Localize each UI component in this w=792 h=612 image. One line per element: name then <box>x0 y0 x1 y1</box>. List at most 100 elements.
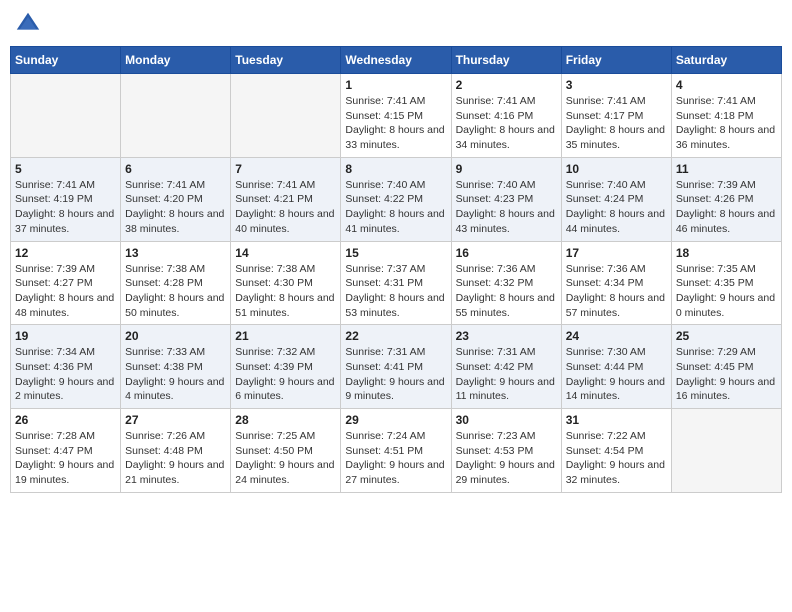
day-number: 6 <box>125 162 226 176</box>
day-number: 21 <box>235 329 336 343</box>
day-info: Sunrise: 7:29 AM Sunset: 4:45 PM Dayligh… <box>676 345 777 404</box>
day-number: 28 <box>235 413 336 427</box>
calendar-cell: 12 Sunrise: 7:39 AM Sunset: 4:27 PM Dayli… <box>11 241 121 325</box>
calendar-cell: 23 Sunrise: 7:31 AM Sunset: 4:42 PM Dayli… <box>451 325 561 409</box>
day-info: Sunrise: 7:22 AM Sunset: 4:54 PM Dayligh… <box>566 429 667 488</box>
day-number: 22 <box>345 329 446 343</box>
calendar-cell <box>11 74 121 158</box>
day-info: Sunrise: 7:40 AM Sunset: 4:23 PM Dayligh… <box>456 178 557 237</box>
weekday-header-tuesday: Tuesday <box>231 47 341 74</box>
day-number: 24 <box>566 329 667 343</box>
day-number: 15 <box>345 246 446 260</box>
day-info: Sunrise: 7:40 AM Sunset: 4:22 PM Dayligh… <box>345 178 446 237</box>
day-number: 18 <box>676 246 777 260</box>
day-info: Sunrise: 7:41 AM Sunset: 4:21 PM Dayligh… <box>235 178 336 237</box>
calendar-cell: 19 Sunrise: 7:34 AM Sunset: 4:36 PM Dayli… <box>11 325 121 409</box>
day-info: Sunrise: 7:41 AM Sunset: 4:17 PM Dayligh… <box>566 94 667 153</box>
day-info: Sunrise: 7:41 AM Sunset: 4:19 PM Dayligh… <box>15 178 116 237</box>
weekday-header-wednesday: Wednesday <box>341 47 451 74</box>
day-number: 12 <box>15 246 116 260</box>
day-info: Sunrise: 7:30 AM Sunset: 4:44 PM Dayligh… <box>566 345 667 404</box>
day-info: Sunrise: 7:33 AM Sunset: 4:38 PM Dayligh… <box>125 345 226 404</box>
weekday-header-row: SundayMondayTuesdayWednesdayThursdayFrid… <box>11 47 782 74</box>
day-number: 8 <box>345 162 446 176</box>
calendar-cell: 20 Sunrise: 7:33 AM Sunset: 4:38 PM Dayli… <box>121 325 231 409</box>
day-number: 2 <box>456 78 557 92</box>
day-number: 20 <box>125 329 226 343</box>
calendar-cell: 15 Sunrise: 7:37 AM Sunset: 4:31 PM Dayli… <box>341 241 451 325</box>
day-number: 3 <box>566 78 667 92</box>
day-number: 30 <box>456 413 557 427</box>
day-info: Sunrise: 7:26 AM Sunset: 4:48 PM Dayligh… <box>125 429 226 488</box>
calendar-cell: 6 Sunrise: 7:41 AM Sunset: 4:20 PM Daylig… <box>121 157 231 241</box>
day-number: 4 <box>676 78 777 92</box>
day-info: Sunrise: 7:31 AM Sunset: 4:41 PM Dayligh… <box>345 345 446 404</box>
day-info: Sunrise: 7:36 AM Sunset: 4:34 PM Dayligh… <box>566 262 667 321</box>
day-number: 29 <box>345 413 446 427</box>
day-info: Sunrise: 7:25 AM Sunset: 4:50 PM Dayligh… <box>235 429 336 488</box>
calendar-cell: 29 Sunrise: 7:24 AM Sunset: 4:51 PM Dayli… <box>341 409 451 493</box>
day-info: Sunrise: 7:34 AM Sunset: 4:36 PM Dayligh… <box>15 345 116 404</box>
calendar-cell: 26 Sunrise: 7:28 AM Sunset: 4:47 PM Dayli… <box>11 409 121 493</box>
weekday-header-thursday: Thursday <box>451 47 561 74</box>
day-number: 16 <box>456 246 557 260</box>
day-info: Sunrise: 7:38 AM Sunset: 4:28 PM Dayligh… <box>125 262 226 321</box>
day-number: 19 <box>15 329 116 343</box>
calendar-cell: 21 Sunrise: 7:32 AM Sunset: 4:39 PM Dayli… <box>231 325 341 409</box>
day-info: Sunrise: 7:41 AM Sunset: 4:15 PM Dayligh… <box>345 94 446 153</box>
calendar-cell <box>121 74 231 158</box>
calendar-cell: 18 Sunrise: 7:35 AM Sunset: 4:35 PM Dayli… <box>671 241 781 325</box>
calendar-cell: 9 Sunrise: 7:40 AM Sunset: 4:23 PM Daylig… <box>451 157 561 241</box>
day-number: 7 <box>235 162 336 176</box>
day-number: 31 <box>566 413 667 427</box>
day-number: 17 <box>566 246 667 260</box>
day-number: 26 <box>15 413 116 427</box>
calendar-week-row: 19 Sunrise: 7:34 AM Sunset: 4:36 PM Dayli… <box>11 325 782 409</box>
calendar-cell: 14Sunrise: 7:38 AM Sunset: 4:30 PM Dayli… <box>231 241 341 325</box>
day-info: Sunrise: 7:32 AM Sunset: 4:39 PM Dayligh… <box>235 345 336 404</box>
calendar-cell: 1Sunrise: 7:41 AM Sunset: 4:15 PM Daylig… <box>341 74 451 158</box>
calendar-week-row: 12 Sunrise: 7:39 AM Sunset: 4:27 PM Dayli… <box>11 241 782 325</box>
day-info: Sunrise: 7:28 AM Sunset: 4:47 PM Dayligh… <box>15 429 116 488</box>
day-info: Sunrise: 7:36 AM Sunset: 4:32 PM Dayligh… <box>456 262 557 321</box>
calendar-cell: 22 Sunrise: 7:31 AM Sunset: 4:41 PM Dayli… <box>341 325 451 409</box>
day-info: Sunrise: 7:41 AM Sunset: 4:18 PM Dayligh… <box>676 94 777 153</box>
weekday-header-monday: Monday <box>121 47 231 74</box>
day-info: Sunrise: 7:41 AM Sunset: 4:20 PM Dayligh… <box>125 178 226 237</box>
calendar-cell <box>231 74 341 158</box>
calendar-cell: 31 Sunrise: 7:22 AM Sunset: 4:54 PM Dayli… <box>561 409 671 493</box>
calendar-week-row: 1Sunrise: 7:41 AM Sunset: 4:15 PM Daylig… <box>11 74 782 158</box>
day-info: Sunrise: 7:41 AM Sunset: 4:16 PM Dayligh… <box>456 94 557 153</box>
day-info: Sunrise: 7:31 AM Sunset: 4:42 PM Dayligh… <box>456 345 557 404</box>
calendar-cell: 16 Sunrise: 7:36 AM Sunset: 4:32 PM Dayli… <box>451 241 561 325</box>
calendar-week-row: 5 Sunrise: 7:41 AM Sunset: 4:19 PM Daylig… <box>11 157 782 241</box>
day-info: Sunrise: 7:37 AM Sunset: 4:31 PM Dayligh… <box>345 262 446 321</box>
calendar-cell: 8 Sunrise: 7:40 AM Sunset: 4:22 PM Daylig… <box>341 157 451 241</box>
day-number: 9 <box>456 162 557 176</box>
day-number: 23 <box>456 329 557 343</box>
calendar-cell: 7 Sunrise: 7:41 AM Sunset: 4:21 PM Daylig… <box>231 157 341 241</box>
calendar-cell: 2 Sunrise: 7:41 AM Sunset: 4:16 PM Daylig… <box>451 74 561 158</box>
logo <box>14 10 46 38</box>
day-number: 10 <box>566 162 667 176</box>
calendar-cell: 13Sunrise: 7:38 AM Sunset: 4:28 PM Dayli… <box>121 241 231 325</box>
day-info: Sunrise: 7:39 AM Sunset: 4:27 PM Dayligh… <box>15 262 116 321</box>
weekday-header-saturday: Saturday <box>671 47 781 74</box>
day-info: Sunrise: 7:24 AM Sunset: 4:51 PM Dayligh… <box>345 429 446 488</box>
day-number: 5 <box>15 162 116 176</box>
day-info: Sunrise: 7:23 AM Sunset: 4:53 PM Dayligh… <box>456 429 557 488</box>
day-info: Sunrise: 7:35 AM Sunset: 4:35 PM Dayligh… <box>676 262 777 321</box>
day-info: Sunrise: 7:40 AM Sunset: 4:24 PM Dayligh… <box>566 178 667 237</box>
calendar-cell: 17 Sunrise: 7:36 AM Sunset: 4:34 PM Dayli… <box>561 241 671 325</box>
calendar-table: SundayMondayTuesdayWednesdayThursdayFrid… <box>10 46 782 493</box>
calendar-cell <box>671 409 781 493</box>
calendar-cell: 24 Sunrise: 7:30 AM Sunset: 4:44 PM Dayli… <box>561 325 671 409</box>
day-number: 14 <box>235 246 336 260</box>
calendar-cell: 10 Sunrise: 7:40 AM Sunset: 4:24 PM Dayli… <box>561 157 671 241</box>
calendar-cell: 4 Sunrise: 7:41 AM Sunset: 4:18 PM Daylig… <box>671 74 781 158</box>
day-number: 11 <box>676 162 777 176</box>
calendar-cell: 27Sunrise: 7:26 AM Sunset: 4:48 PM Dayli… <box>121 409 231 493</box>
logo-icon <box>14 10 42 38</box>
calendar-cell: 25 Sunrise: 7:29 AM Sunset: 4:45 PM Dayli… <box>671 325 781 409</box>
day-number: 25 <box>676 329 777 343</box>
